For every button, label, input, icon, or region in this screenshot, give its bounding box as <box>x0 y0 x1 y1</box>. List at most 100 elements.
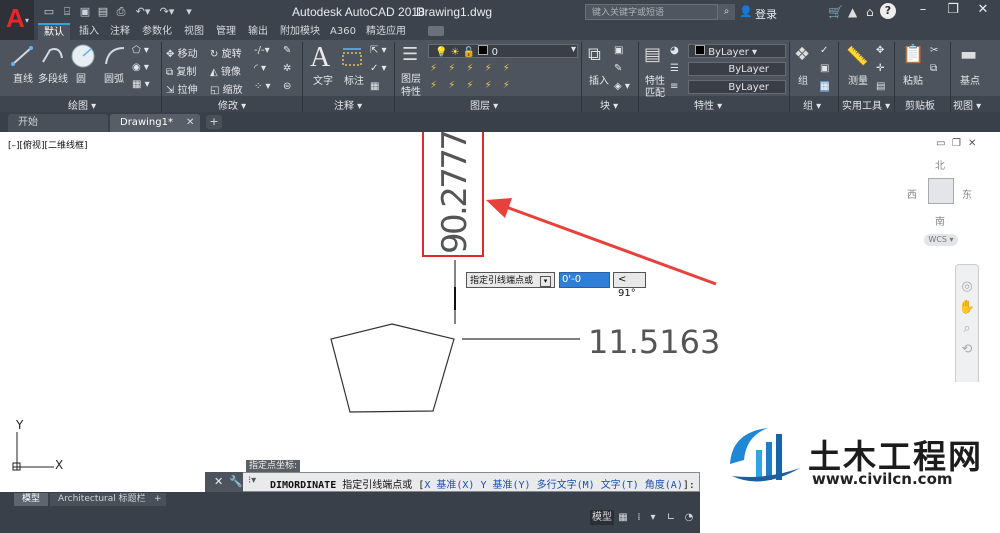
group-edit-icon[interactable]: ▣ <box>820 63 829 74</box>
quick-select-icon[interactable]: ✥ <box>876 45 884 56</box>
option-angle[interactable]: 角度(A) <box>645 480 683 491</box>
tab-insert[interactable]: 插入 <box>73 23 105 40</box>
wrench-icon[interactable]: 🔧 <box>229 475 243 488</box>
mirror-button[interactable]: ◭ 镜像 <box>210 63 241 78</box>
insert-block-icon[interactable]: ⧉ <box>588 44 610 66</box>
viewport-restore-icon[interactable]: ❐ <box>952 138 961 149</box>
viewcube-east[interactable]: 东 <box>962 186 972 201</box>
group-icon[interactable]: ❖ <box>794 44 810 65</box>
steering-wheel-icon[interactable]: ◎ <box>956 279 978 294</box>
line-icon[interactable] <box>10 44 34 68</box>
color-wheel-icon[interactable]: ◕ <box>670 45 679 56</box>
group-select-icon[interactable]: ▦ <box>820 81 830 92</box>
search-icon[interactable]: ⌕ <box>718 4 735 20</box>
properties-panel-label[interactable]: 特性 ▾ <box>694 97 722 112</box>
exchange-icon[interactable]: ▲ <box>848 5 857 19</box>
arc-button[interactable]: 圆弧 <box>104 70 124 85</box>
layer-dropdown[interactable]: 💡 ☀ 🔓 0 <box>428 44 578 58</box>
viewcube-west[interactable]: 西 <box>907 186 917 201</box>
dimension-button[interactable]: 标注 <box>344 72 364 87</box>
tab-output[interactable]: 输出 <box>242 23 274 40</box>
tab-featured-apps[interactable]: 精选应用 <box>360 23 412 40</box>
tab-addins[interactable]: 附加模块 <box>274 23 326 40</box>
layer-properties-icon[interactable]: ☰ <box>402 44 424 66</box>
option-x-datum[interactable]: X 基准(X) <box>424 480 474 491</box>
copy-button[interactable]: ⧉ 复制 <box>166 63 196 78</box>
measure-button[interactable]: 测量 <box>848 72 868 87</box>
help-icon[interactable]: ? <box>880 3 896 19</box>
wcs-menu[interactable]: WCS ▾ <box>924 234 958 246</box>
ortho-icon[interactable]: ∟ <box>664 510 678 525</box>
measure-icon[interactable]: 📏 <box>846 46 868 67</box>
layer-tools-row1[interactable]: ⚡ ⚡ ⚡ ⚡ ⚡ <box>430 63 514 74</box>
options-dropdown-icon[interactable]: ▾ <box>540 276 551 287</box>
insert-button[interactable]: 插入 <box>589 72 609 87</box>
viewport-minimize-icon[interactable]: ▭ <box>936 138 945 149</box>
ribbon-toggle-icon[interactable] <box>428 26 444 36</box>
lineweight-dropdown[interactable]: ByLayer <box>688 80 786 94</box>
arc-icon[interactable] <box>102 44 128 68</box>
offset-icon[interactable]: ⊜ <box>283 81 291 92</box>
tab-start[interactable]: 开始 <box>8 114 108 132</box>
tab-annotate[interactable]: 注释 <box>104 23 136 40</box>
undo-icon[interactable]: ↶▾ <box>132 5 154 18</box>
erase-icon[interactable]: ✎ <box>283 45 291 56</box>
cut-icon[interactable]: ✂ <box>930 45 938 56</box>
copy-clip-icon[interactable]: ⧉ <box>930 63 937 74</box>
trim-icon[interactable]: -/-▾ <box>254 45 270 56</box>
search-input[interactable]: 键入关键字或短语 <box>585 4 718 20</box>
save-icon[interactable]: ▣ <box>78 5 92 18</box>
pan-icon[interactable]: ✋ <box>956 300 978 315</box>
open-file-icon[interactable]: ⌸ <box>60 5 74 18</box>
stretch-button[interactable]: ⇲ 拉伸 <box>166 81 198 96</box>
match-properties-line2[interactable]: 匹配 <box>645 84 665 99</box>
base-button[interactable]: 基点 <box>960 72 980 87</box>
dynamic-input-angle[interactable]: < 91° <box>613 272 646 299</box>
tab-parametric[interactable]: 参数化 <box>136 23 178 40</box>
print-icon[interactable]: ⎙ <box>114 5 128 18</box>
multileader-icon[interactable]: ✓ ▾ <box>370 63 387 74</box>
tab-model[interactable]: 模型 <box>14 493 49 506</box>
color-dropdown[interactable]: ByLayer ▾ <box>688 44 786 58</box>
close-icon[interactable]: ✕ <box>214 475 223 488</box>
modify-panel-label[interactable]: 修改 ▾ <box>218 97 246 112</box>
cart-icon[interactable]: 🛒 <box>828 5 843 19</box>
tab-a360[interactable]: A360 <box>324 23 362 40</box>
fillet-icon[interactable]: ◜ ▾ <box>254 63 266 74</box>
circle-icon[interactable] <box>70 43 96 69</box>
explode-icon[interactable]: ✲ <box>283 63 291 74</box>
share-icon[interactable]: ⌂ <box>866 5 874 19</box>
command-recent-icon[interactable]: ⁝▾ <box>248 475 256 486</box>
tab-layout-architectural[interactable]: Architectural 标题栏 <box>50 493 154 506</box>
circle-button[interactable]: 圆 <box>76 70 86 85</box>
option-mtext[interactable]: 多行文字(M) <box>537 480 595 491</box>
utilities-panel-label[interactable]: 实用工具 ▾ <box>842 97 890 112</box>
create-block-icon[interactable]: ▣ <box>614 45 623 56</box>
groups-panel-label[interactable]: 组 ▾ <box>803 97 821 112</box>
qat-dropdown-icon[interactable]: ▾ <box>182 5 196 18</box>
move-button[interactable]: ✥ 移动 <box>166 45 198 60</box>
polyline-button[interactable]: 多段线 <box>38 70 68 85</box>
calculator-icon[interactable]: ▤ <box>876 81 885 92</box>
redo-icon[interactable]: ↷▾ <box>156 5 178 18</box>
paste-icon[interactable]: 📋 <box>902 44 924 65</box>
navigation-bar[interactable]: ◎ ✋ ⌕ ⟲ <box>955 264 979 384</box>
new-file-icon[interactable]: ▭ <box>42 5 56 18</box>
polyline-icon[interactable] <box>40 44 66 68</box>
login-button[interactable]: 登录 <box>755 6 777 22</box>
paste-button[interactable]: 粘贴 <box>903 72 923 87</box>
viewport-close-icon[interactable]: ✕ <box>968 138 976 149</box>
leader-icon[interactable]: ⇱ ▾ <box>370 45 387 56</box>
tab-manage[interactable]: 管理 <box>210 23 242 40</box>
layer-tools-row2[interactable]: ⚡ ⚡ ⚡ ⚡ ⚡ <box>430 80 514 91</box>
block-panel-label[interactable]: 块 ▾ <box>600 97 618 112</box>
snap-icon[interactable]: ⁞ <box>632 510 646 525</box>
restore-icon[interactable]: ❐ <box>938 0 968 20</box>
scale-button[interactable]: ◱ 缩放 <box>210 81 243 96</box>
minimize-icon[interactable]: – <box>908 0 938 20</box>
orbit-icon[interactable]: ⟲ <box>956 342 978 357</box>
lineweight-icon[interactable]: ☰ <box>670 63 679 74</box>
option-y-datum[interactable]: Y 基准(Y) <box>480 480 530 491</box>
block-attribute-icon[interactable]: ◈ ▾ <box>614 81 630 92</box>
ungroup-icon[interactable]: ✓ <box>820 45 828 56</box>
